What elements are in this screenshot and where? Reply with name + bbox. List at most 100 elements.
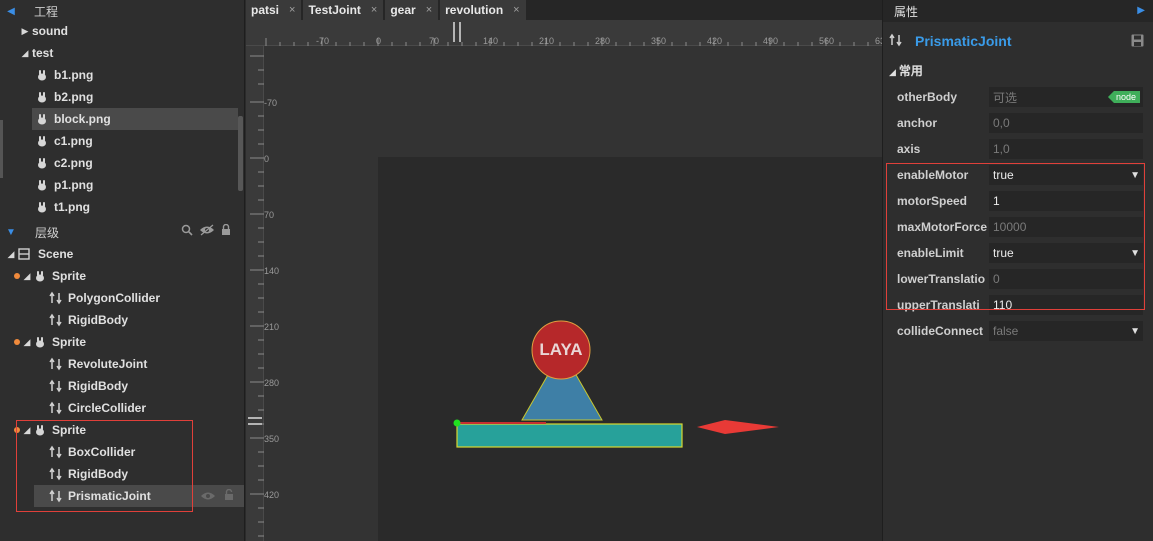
stage-canvas[interactable] <box>378 157 882 541</box>
layer-panel-header[interactable]: ▼ 层级 <box>0 222 245 242</box>
project-item-label: p1.png <box>54 178 94 192</box>
collapse-down-icon[interactable]: ▼ <box>0 227 22 238</box>
unlock-icon[interactable] <box>224 488 234 504</box>
tab-label: patsi <box>251 3 280 17</box>
tab-patsi[interactable]: patsi × <box>246 0 302 20</box>
eye-icon[interactable] <box>200 490 216 505</box>
component-icon <box>889 33 903 50</box>
expand-down-icon[interactable]: ◢ <box>20 48 30 59</box>
component-name: PrismaticJoint <box>915 33 1012 49</box>
close-icon[interactable]: × <box>289 4 295 16</box>
ruler-label: 140 <box>264 266 280 276</box>
expand-right-icon[interactable]: ▶ <box>20 26 30 37</box>
project-scrollbar[interactable] <box>238 116 243 191</box>
tab-bar: patsi × TestJoint × gear × revolution × <box>246 0 882 20</box>
ruler-label: 70 <box>264 210 275 220</box>
save-icon[interactable] <box>1131 34 1144 50</box>
project-item-sound[interactable]: ▶ sound <box>20 20 260 42</box>
prop-label: collideConnect <box>897 324 984 338</box>
ruler-label: 0 <box>376 36 382 46</box>
annotation-highlight-box <box>16 420 193 512</box>
annotation-highlight-box <box>886 163 1145 310</box>
ruler-label: 140 <box>483 36 499 46</box>
prop-label: axis <box>897 142 921 156</box>
search-icon[interactable] <box>181 224 193 239</box>
scene-editor[interactable]: patsi × TestJoint × gear × revolution × <box>246 0 882 541</box>
ruler-label: 350 <box>651 36 667 46</box>
layer-item-scene[interactable]: ◢ Scene <box>6 243 246 265</box>
layer-item-label: RevoluteJoint <box>68 357 148 371</box>
project-item-t1[interactable]: t1.png <box>34 196 274 218</box>
ruler-label: 420 <box>264 490 280 500</box>
expand-down-icon[interactable]: ◢ <box>22 337 32 348</box>
tab-revolution[interactable]: revolution × <box>440 0 526 20</box>
ruler-label: 420 <box>707 36 723 46</box>
collapse-right-icon[interactable]: ▶ <box>1137 5 1145 16</box>
laya-rabbit-icon <box>34 89 50 105</box>
project-item-label: b2.png <box>54 90 94 104</box>
project-item-label: sound <box>32 24 68 38</box>
ruler-label: 210 <box>539 36 555 46</box>
layer-item-label: PolygonCollider <box>68 291 161 305</box>
prop-value: 1,0 <box>993 142 1010 156</box>
layer-panel-title: 层级 <box>35 225 60 240</box>
prop-axis-field[interactable]: 1,0 <box>989 139 1143 159</box>
project-item-label: test <box>32 46 54 60</box>
layer-item-label: Scene <box>38 247 74 261</box>
prop-otherbody-field[interactable]: 可选 node <box>989 87 1143 107</box>
prop-anchor: anchor 0,0 <box>897 112 1145 134</box>
collapse-left-icon[interactable]: ◀ <box>0 6 22 17</box>
expand-down-icon[interactable]: ◢ <box>22 271 32 282</box>
tab-gear[interactable]: gear × <box>385 0 439 20</box>
ruler-label: 350 <box>264 434 280 444</box>
layer-item-sprite-1[interactable]: ◢ Sprite <box>14 265 254 287</box>
project-panel-header[interactable]: ◀ 工程 <box>0 0 244 22</box>
prop-value: 可选 <box>993 90 1018 105</box>
project-item-label: b1.png <box>54 68 94 82</box>
component-icon <box>48 356 64 372</box>
laya-rabbit-icon <box>32 268 48 284</box>
prop-value: false <box>993 324 1019 338</box>
layer-item-sprite-2[interactable]: ◢ Sprite <box>14 331 254 353</box>
project-item-b2[interactable]: b2.png <box>34 86 274 108</box>
ruler-label: 70 <box>429 36 440 46</box>
section-common[interactable]: ◢ 常用 <box>889 62 923 79</box>
close-icon[interactable]: × <box>426 4 432 16</box>
laya-rabbit-icon <box>34 67 50 83</box>
lock-icon[interactable] <box>221 223 231 239</box>
prop-label: anchor <box>897 116 938 130</box>
prop-anchor-field[interactable]: 0,0 <box>989 113 1143 133</box>
ruler-label: 280 <box>595 36 611 46</box>
laya-rabbit-icon <box>32 334 48 350</box>
ruler-label: -70 <box>264 98 278 108</box>
section-label: 常用 <box>898 64 923 78</box>
prop-collideconnected-select[interactable]: false ▼ <box>989 321 1143 341</box>
prop-collideconnected: collideConnect false ▼ <box>897 320 1145 342</box>
component-icon <box>48 400 64 416</box>
properties-panel: 属性 ▶ PrismaticJoint ◢ 常用 otherBody 可选 node… <box>882 0 1153 541</box>
prop-label: otherBody <box>897 90 957 104</box>
close-icon[interactable]: × <box>513 4 519 16</box>
properties-header: 属性 ▶ <box>883 0 1153 22</box>
ruler-vertical[interactable] <box>246 46 264 541</box>
laya-rabbit-icon <box>34 155 50 171</box>
project-item-test[interactable]: ◢ test <box>20 42 260 64</box>
ruler-label: 490 <box>763 36 779 46</box>
eye-icon[interactable] <box>199 224 215 239</box>
dropdown-arrow-icon[interactable]: ▼ <box>1130 326 1140 337</box>
project-item-block[interactable]: block.png <box>32 108 238 130</box>
ruler-horizontal[interactable]: -70 0 70 140 210 280 350 420 490 560 630 <box>246 20 882 46</box>
close-icon[interactable]: × <box>371 4 377 16</box>
prop-axis: axis 1,0 <box>897 138 1145 160</box>
project-panel-title: 工程 <box>34 4 59 19</box>
tab-testjoint[interactable]: TestJoint × <box>303 0 384 20</box>
laya-rabbit-icon <box>34 133 50 149</box>
node-badge[interactable]: node <box>1107 91 1140 103</box>
editor-window: ◀ 工程 ▶ sound ◢ test b1.png b2.png block.… <box>0 0 1153 541</box>
left-edge-marker <box>0 120 3 178</box>
expand-down-icon[interactable]: ◢ <box>6 249 16 260</box>
project-item-b1[interactable]: b1.png <box>34 64 274 86</box>
layer-item-label: RigidBody <box>68 379 128 393</box>
ruler-label: 0 <box>264 154 270 164</box>
properties-title: 属性 <box>894 4 919 19</box>
